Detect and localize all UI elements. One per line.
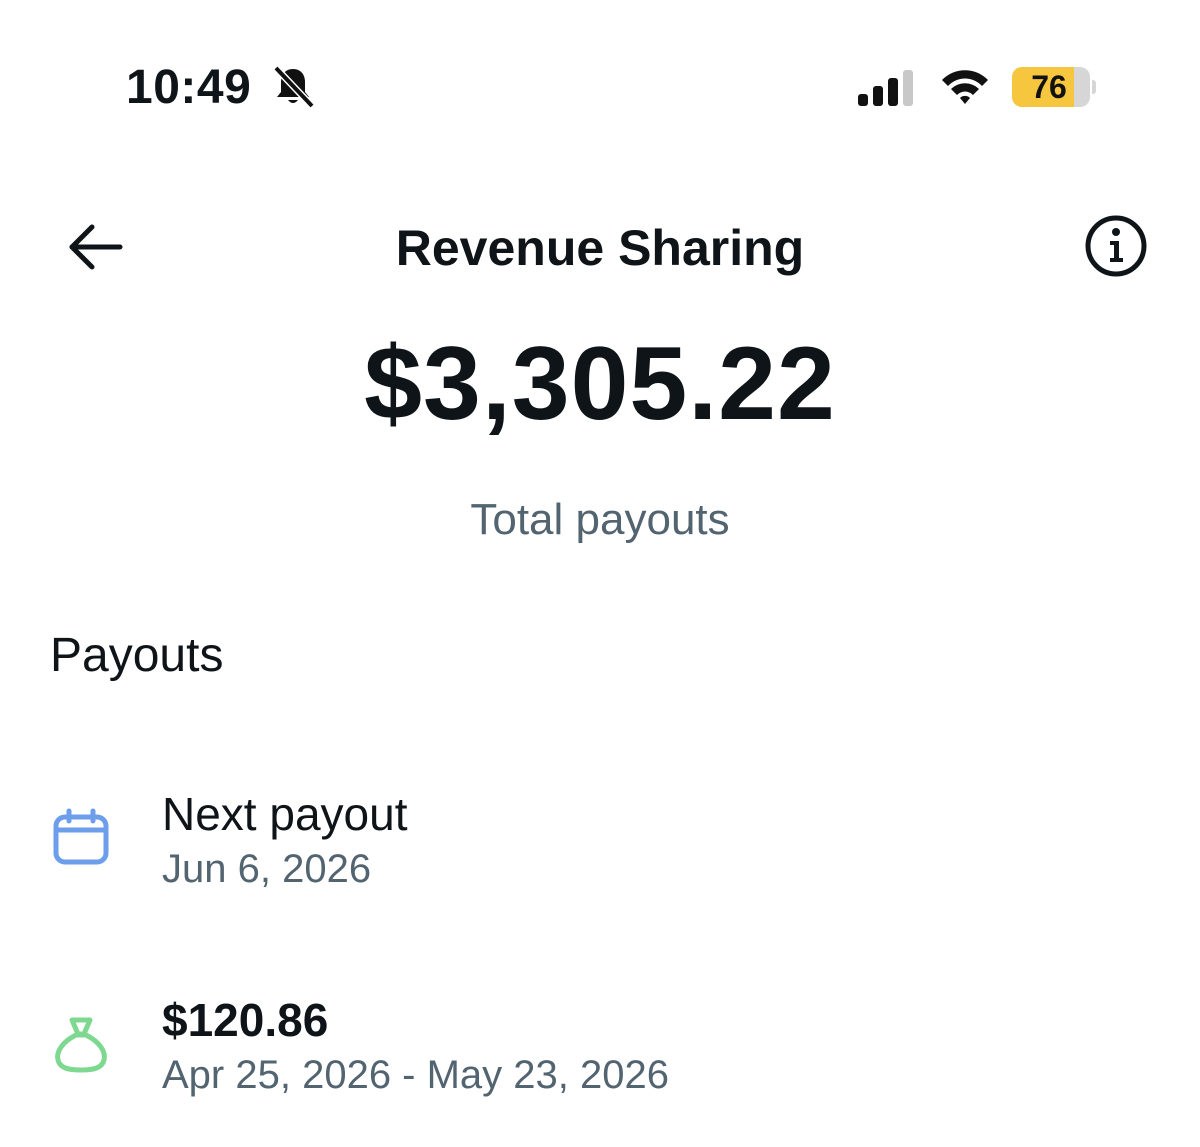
payout-date-range: Apr 25, 2026 - May 23, 2026 bbox=[162, 1053, 669, 1097]
payouts-section-title: Payouts bbox=[50, 629, 224, 682]
page-title: Revenue Sharing bbox=[395, 220, 805, 276]
info-circle-icon bbox=[1085, 215, 1147, 277]
status-time: 10:49 bbox=[126, 61, 252, 114]
cellular-signal-icon bbox=[858, 70, 913, 106]
next-payout-date: Jun 6, 2026 bbox=[162, 847, 372, 891]
calendar-icon bbox=[53, 808, 109, 865]
payout-amount: $120.86 bbox=[162, 994, 329, 1046]
battery-indicator: 76 bbox=[1012, 67, 1096, 107]
bell-slash-icon bbox=[273, 65, 315, 109]
money-bag-icon bbox=[55, 1017, 107, 1073]
info-button[interactable] bbox=[1082, 212, 1150, 280]
total-payout-amount: $3,305.22 bbox=[364, 326, 836, 442]
wifi-icon bbox=[942, 70, 988, 104]
next-payout-title: Next payout bbox=[162, 788, 408, 840]
battery-level-text: 76 bbox=[1031, 69, 1067, 105]
total-payout-label: Total payouts bbox=[470, 495, 730, 544]
